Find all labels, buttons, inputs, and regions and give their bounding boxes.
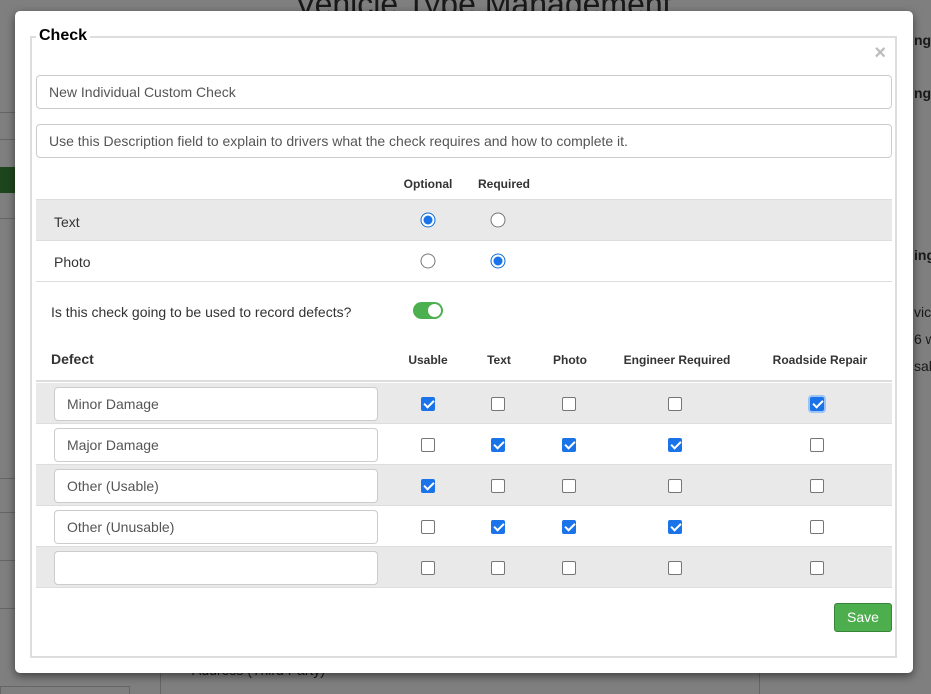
photo-checkbox[interactable] — [562, 438, 576, 452]
roadside-repair-checkbox[interactable] — [810, 397, 824, 411]
usable-checkbox[interactable] — [421, 397, 435, 411]
usable-checkbox[interactable] — [421, 561, 435, 575]
text-column-header: Text — [487, 353, 511, 367]
engineer-required-checkbox[interactable] — [668, 520, 682, 534]
roadside-repair-column-header: Roadside Repair — [772, 353, 868, 367]
check-description-input[interactable]: Use this Description field to explain to… — [36, 124, 892, 158]
roadside-repair-checkbox[interactable] — [810, 561, 824, 575]
usable-checkbox[interactable] — [421, 438, 435, 452]
usable-checkbox[interactable] — [421, 520, 435, 534]
check-name-input[interactable]: New Individual Custom Check — [36, 75, 892, 109]
type-row-label: Photo — [54, 254, 91, 270]
defect-question-label: Is this check going to be used to record… — [51, 304, 352, 320]
text-optional-radio[interactable] — [420, 212, 436, 228]
defect-name-input[interactable]: Major Damage — [54, 428, 378, 462]
required-column-header: Required — [477, 177, 531, 191]
engineer-required-checkbox[interactable] — [668, 561, 682, 575]
photo-checkbox[interactable] — [562, 479, 576, 493]
photo-checkbox[interactable] — [562, 520, 576, 534]
engineer-required-checkbox[interactable] — [668, 397, 682, 411]
toggle-knob — [428, 304, 441, 317]
type-row-photo: Photo — [36, 241, 892, 282]
engineer-required-checkbox[interactable] — [668, 479, 682, 493]
defect-toggle[interactable] — [413, 302, 443, 319]
fieldset-legend: Check — [36, 27, 91, 45]
defect-name-input[interactable]: Other (Unusable) — [54, 510, 378, 544]
engineer-required-checkbox[interactable] — [668, 438, 682, 452]
type-row-label: Text — [54, 214, 80, 230]
roadside-repair-checkbox[interactable] — [810, 520, 824, 534]
text-required-radio[interactable] — [490, 212, 506, 228]
type-row-text: Text — [36, 199, 892, 241]
optional-column-header: Optional — [403, 177, 453, 191]
roadside-repair-checkbox[interactable] — [810, 438, 824, 452]
text-checkbox[interactable] — [491, 438, 505, 452]
text-checkbox[interactable] — [491, 561, 505, 575]
photo-required-radio[interactable] — [490, 253, 506, 269]
text-checkbox[interactable] — [491, 397, 505, 411]
text-checkbox[interactable] — [491, 479, 505, 493]
engineer-required-column-header: Engineer Required — [623, 353, 731, 367]
roadside-repair-checkbox[interactable] — [810, 479, 824, 493]
defect-column-header: Defect — [51, 351, 94, 367]
photo-optional-radio[interactable] — [420, 253, 436, 269]
defect-name-input[interactable]: Minor Damage — [54, 387, 378, 421]
close-icon[interactable]: × — [874, 43, 886, 63]
usable-column-header: Usable — [408, 353, 448, 367]
usable-checkbox[interactable] — [421, 479, 435, 493]
photo-checkbox[interactable] — [562, 561, 576, 575]
text-checkbox[interactable] — [491, 520, 505, 534]
photo-checkbox[interactable] — [562, 397, 576, 411]
header-divider — [36, 380, 892, 382]
photo-column-header: Photo — [553, 353, 587, 367]
save-button[interactable]: Save — [834, 603, 892, 632]
defect-name-input[interactable] — [54, 551, 378, 585]
defect-name-input[interactable]: Other (Usable) — [54, 469, 378, 503]
